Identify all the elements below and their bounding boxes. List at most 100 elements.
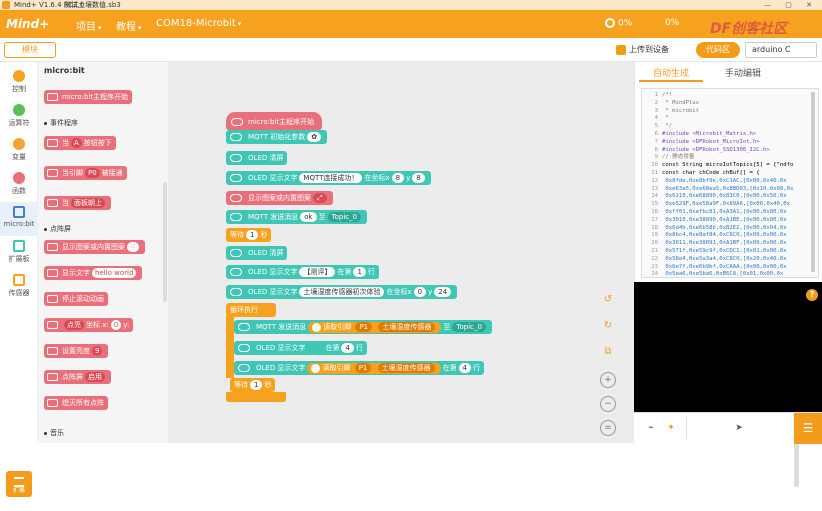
- tab-manual-edit[interactable]: 手动编辑: [711, 66, 775, 82]
- brightness-dropdown[interactable]: 9: [92, 346, 103, 356]
- x-input[interactable]: 8: [391, 173, 405, 183]
- block-mqtt-send[interactable]: MQTT 发送消息 ok 至 Topic_0: [226, 210, 368, 224]
- code-text: #include <Microbit_Matrix.h>: [662, 131, 757, 137]
- block-hat-start[interactable]: micro:bit主程序开始: [226, 112, 322, 130]
- topic-dropdown[interactable]: Topic_0: [452, 322, 486, 332]
- text-input[interactable]: MQTT连接成功！: [299, 173, 363, 183]
- category-variables[interactable]: 变量: [0, 134, 38, 168]
- zoom-in-icon[interactable]: +: [600, 372, 616, 388]
- sensor-dropdown[interactable]: 土壤湿度传感器: [377, 363, 435, 373]
- row-input[interactable]: 4: [458, 363, 472, 373]
- code-text: 0xe63a5,0xe68ea5,0x8BD03,[0x10,0x08,0x: [662, 185, 794, 192]
- block-oled-text-xy[interactable]: OLED 显示文字 土壤湿度传感器初次体验 在坐标x 0 y 24: [226, 285, 458, 299]
- block-label: MQTT 发送消息: [256, 323, 307, 331]
- redo-icon[interactable]: ↻: [600, 318, 616, 334]
- x-input[interactable]: 0: [413, 287, 427, 297]
- block-show-pattern[interactable]: 显示图案或内置图案 ⁙: [44, 240, 145, 254]
- block-oled-text-xy[interactable]: OLED 显示文字 MQTT连接成功！ 在坐标x 8 y 8: [226, 171, 431, 185]
- crop-icon[interactable]: ⧉: [600, 344, 616, 360]
- serial-input[interactable]: [686, 417, 730, 439]
- text-input[interactable]: hello world: [92, 268, 137, 278]
- board-select[interactable]: arduino C: [745, 42, 817, 58]
- menu-project[interactable]: 项目 ▾: [76, 18, 102, 33]
- category-operators[interactable]: 运算符: [0, 100, 38, 134]
- extension-button[interactable]: 扩展: [6, 471, 32, 497]
- upload-button[interactable]: 上传到设备: [616, 42, 692, 58]
- reporter-read-pin[interactable]: 读取引脚 P1 土壤湿度传感器: [307, 363, 441, 374]
- pin-dropdown[interactable]: P0: [85, 168, 100, 178]
- tab-auto-generate[interactable]: 自动生成: [639, 66, 703, 82]
- wait-input[interactable]: 1: [250, 380, 263, 390]
- code-scrollbar[interactable]: [811, 92, 815, 272]
- block-oled-clear[interactable]: OLED 清屏: [226, 151, 288, 165]
- wait-input[interactable]: 1: [246, 230, 259, 240]
- modules-button[interactable]: 模块: [4, 42, 56, 58]
- y-input[interactable]: 8: [412, 173, 425, 183]
- menu-tutorial[interactable]: 教程 ▾: [116, 18, 142, 33]
- block-show-pattern[interactable]: 显示图案或内置图案 ⤢: [226, 191, 333, 205]
- block-on-button[interactable]: 当 A 按钮按下: [44, 136, 116, 150]
- message-input[interactable]: ok: [300, 212, 317, 222]
- block-mqtt-init[interactable]: MQTT 初始化参数 ✿: [226, 130, 328, 144]
- usb-icon[interactable]: ⌁: [644, 421, 658, 435]
- row-input[interactable]: 1: [353, 267, 366, 277]
- block-oled-clear[interactable]: OLED 清屏: [226, 246, 288, 260]
- board-icon: [13, 240, 25, 252]
- undo-icon[interactable]: ↺: [600, 292, 616, 308]
- category-sensors[interactable]: 传感器: [0, 270, 38, 304]
- text-input[interactable]: 土壤湿度传感器初次体验: [299, 287, 385, 297]
- block-stop-scroll[interactable]: 停止滚动动画: [44, 292, 108, 306]
- button-dropdown[interactable]: A: [71, 138, 82, 148]
- sensor-icon: [311, 363, 321, 373]
- block-microbit-start[interactable]: micro:bit主程序开始: [44, 90, 133, 104]
- category-functions[interactable]: 函数: [0, 168, 38, 202]
- block-oled-text-row[interactable]: OLED 显示文字 读取引脚 P1 土壤湿度传感器 在第 4 行: [234, 361, 485, 375]
- pattern-picker-icon[interactable]: ⤢: [313, 193, 327, 203]
- text-input[interactable]: 【测评】: [299, 267, 336, 277]
- cloud-icon: [238, 364, 250, 372]
- settings-gear-icon[interactable]: ✿: [307, 132, 322, 142]
- pin-dropdown[interactable]: P1: [355, 322, 373, 332]
- block-light-point[interactable]: 点亮 坐标 x: 0 y:: [44, 318, 134, 332]
- reporter-read-pin[interactable]: 读取引脚 P1 土壤湿度传感器: [308, 322, 442, 333]
- line-number: 6: [654, 131, 658, 137]
- code-view[interactable]: 1/*! 2 * MindPlus 3 * microbit 4 * 5 */6 #inc…: [641, 88, 819, 278]
- category-expansion-board[interactable]: 扩展板: [0, 236, 38, 270]
- clear-icon[interactable]: ✦: [664, 421, 678, 435]
- block-show-text[interactable]: 显示文字 hello world: [44, 266, 143, 280]
- sensor-dropdown[interactable]: 土壤湿度传感器: [378, 322, 436, 332]
- zoom-reset-icon[interactable]: =: [600, 420, 616, 436]
- block-wait[interactable]: 等待 1 秒: [226, 228, 272, 242]
- block-forever-loop[interactable]: 循环执行: [226, 303, 276, 317]
- pattern-picker-icon[interactable]: ⁙: [127, 242, 139, 252]
- block-clear-matrix[interactable]: 熄灭所有点阵: [44, 396, 108, 410]
- block-set-brightness[interactable]: 设置亮度 9: [44, 344, 109, 358]
- window-controls[interactable]: — ▢ ✕: [764, 0, 818, 10]
- gesture-dropdown[interactable]: 面板朝上: [71, 198, 105, 208]
- topic-dropdown[interactable]: Topic_0: [327, 212, 362, 222]
- pin-dropdown[interactable]: P1: [354, 363, 372, 373]
- light-dropdown[interactable]: 点亮: [64, 320, 84, 330]
- code-area-button[interactable]: 代码区: [696, 42, 740, 58]
- block-on-pin[interactable]: 当引脚 P0 被接通: [44, 166, 127, 180]
- row-input[interactable]: 4: [341, 343, 354, 353]
- block-label: 等待: [234, 381, 248, 389]
- list-icon[interactable]: ☰: [794, 413, 822, 444]
- block-oled-text-row[interactable]: OLED 显示文字 【测评】 在第 1 行: [226, 265, 379, 279]
- block-oled-text-row[interactable]: OLED 显示文字 在第 4 行: [234, 341, 367, 355]
- category-microbit[interactable]: micro:bit: [0, 202, 38, 236]
- y-input[interactable]: 24: [434, 287, 452, 297]
- microbit-icon: [47, 321, 58, 329]
- x-input[interactable]: 0: [110, 320, 122, 330]
- category-control[interactable]: 控制: [0, 66, 38, 100]
- menu-port[interactable]: COM18-Microbit ▾: [156, 18, 241, 29]
- palette-scrollbar[interactable]: [163, 182, 167, 302]
- block-matrix-enable[interactable]: 点阵屏 启用: [44, 370, 111, 384]
- enable-dropdown[interactable]: 启用: [85, 372, 105, 382]
- block-mqtt-send[interactable]: MQTT 发送消息 读取引脚 P1 土壤湿度传感器至 Topic_0: [234, 320, 492, 334]
- help-icon[interactable]: ?: [806, 289, 818, 301]
- send-icon[interactable]: ➤: [732, 421, 746, 435]
- zoom-out-icon[interactable]: −: [600, 396, 616, 412]
- block-on-gesture[interactable]: 当面板朝上: [44, 196, 111, 210]
- block-wait[interactable]: 等待 1 秒: [230, 378, 276, 392]
